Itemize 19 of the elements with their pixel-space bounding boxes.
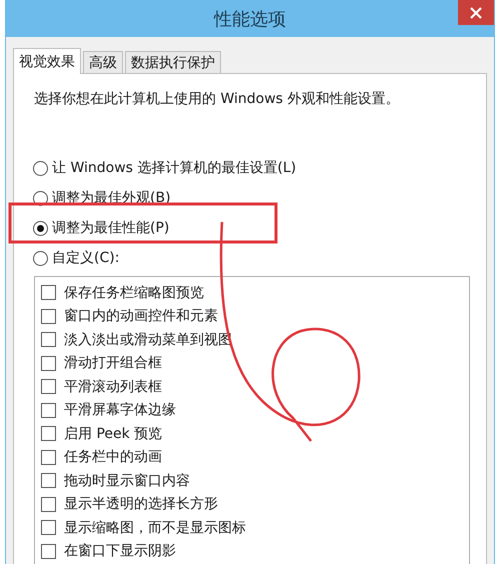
checkbox-label: 平滑屏幕字体边缘 [64,401,176,420]
checkbox-label: 任务栏中的动画 [64,448,162,466]
window-title: 性能选项 [214,8,286,30]
radio-label: 自定义(C): [52,249,120,267]
radio-label: 让 Windows 选择计算机的最佳设置(L) [52,159,296,177]
checkbox-label: 显示半透明的选择长方形 [64,495,218,514]
tab[interactable]: 视觉效果 [13,48,81,74]
radio-label: 调整为最佳性能(P) [52,219,170,237]
tab[interactable]: 高级 [83,51,123,73]
checkbox-label: 滑动打开组合框 [64,354,162,372]
checkbox-label: 在窗口下显示阴影 [64,542,176,560]
checkbox-label: 拖动时显示窗口内容 [64,472,190,490]
tab[interactable]: 数据执行保护 [125,51,221,73]
description-text: 选择你想在此计算机上使用的 Windows 外观和性能设置。 [34,90,400,108]
checkbox-label: 窗口内的动画控件和元素 [64,307,218,326]
checkbox-label: 启用 Peek 预览 [64,424,162,443]
checkbox-label: 显示缩略图，而不是显示图标 [64,518,246,537]
checkbox-label: 平滑滚动列表框 [64,378,162,396]
checkbox-label: 保存任务栏缩略图预览 [64,284,204,302]
